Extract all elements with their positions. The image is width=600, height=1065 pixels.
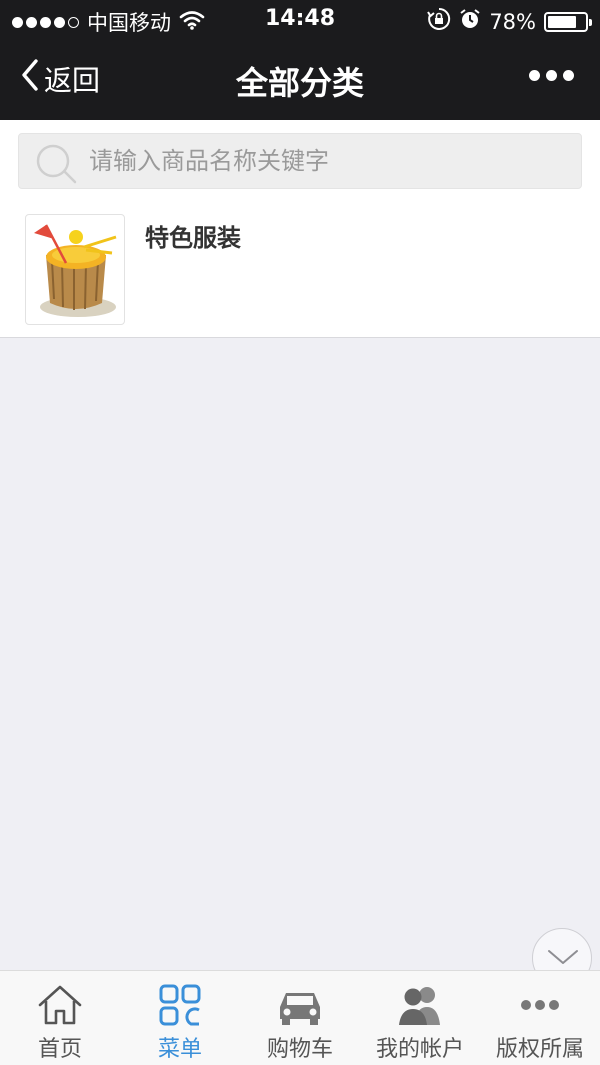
tab-bar: 首页 菜单 购物车 我的帐户 版权所属 [0, 970, 600, 1065]
tab-label: 菜单 [157, 1037, 202, 1062]
status-right: 78% [427, 7, 592, 36]
tab-label: 购物车 [266, 1037, 333, 1062]
users-icon [360, 983, 480, 1027]
back-label: 返回 [44, 63, 101, 97]
tab-cart[interactable]: 购物车 [240, 971, 360, 1065]
search-input[interactable] [89, 134, 569, 188]
home-icon [0, 983, 120, 1027]
back-button[interactable]: 返回 [20, 58, 100, 99]
tab-label: 我的帐户 [375, 1037, 464, 1062]
search-icon [35, 144, 79, 188]
search-box[interactable] [18, 133, 582, 189]
tab-label: 首页 [37, 1037, 82, 1062]
tab-menu[interactable]: 菜单 [120, 971, 240, 1065]
battery-percent: 78% [489, 9, 536, 34]
battery-icon [544, 11, 592, 32]
category-item[interactable]: 特色服装 [0, 200, 600, 337]
search-area [0, 120, 600, 200]
chevron-left-icon [20, 58, 40, 99]
category-list: 特色服装 [0, 200, 600, 338]
tab-label: 版权所属 [495, 1037, 584, 1062]
tab-account[interactable]: 我的帐户 [360, 971, 480, 1065]
category-name: 特色服装 [145, 224, 241, 252]
category-thumbnail[interactable] [25, 214, 125, 325]
car-icon [240, 983, 360, 1027]
menu-grid-icon [120, 983, 240, 1027]
more-icon[interactable] [529, 70, 574, 81]
alarm-icon [459, 8, 481, 35]
tab-home[interactable]: 首页 [0, 971, 120, 1065]
navigation-bar: 返回 全部分类 [0, 40, 600, 120]
status-bar: 中国移动 14:48 78% [0, 0, 600, 40]
more-dots-icon [480, 983, 600, 1027]
rotation-lock-icon [427, 7, 451, 36]
tab-copyright[interactable]: 版权所属 [480, 971, 600, 1065]
coconut-drink-image [34, 224, 117, 317]
